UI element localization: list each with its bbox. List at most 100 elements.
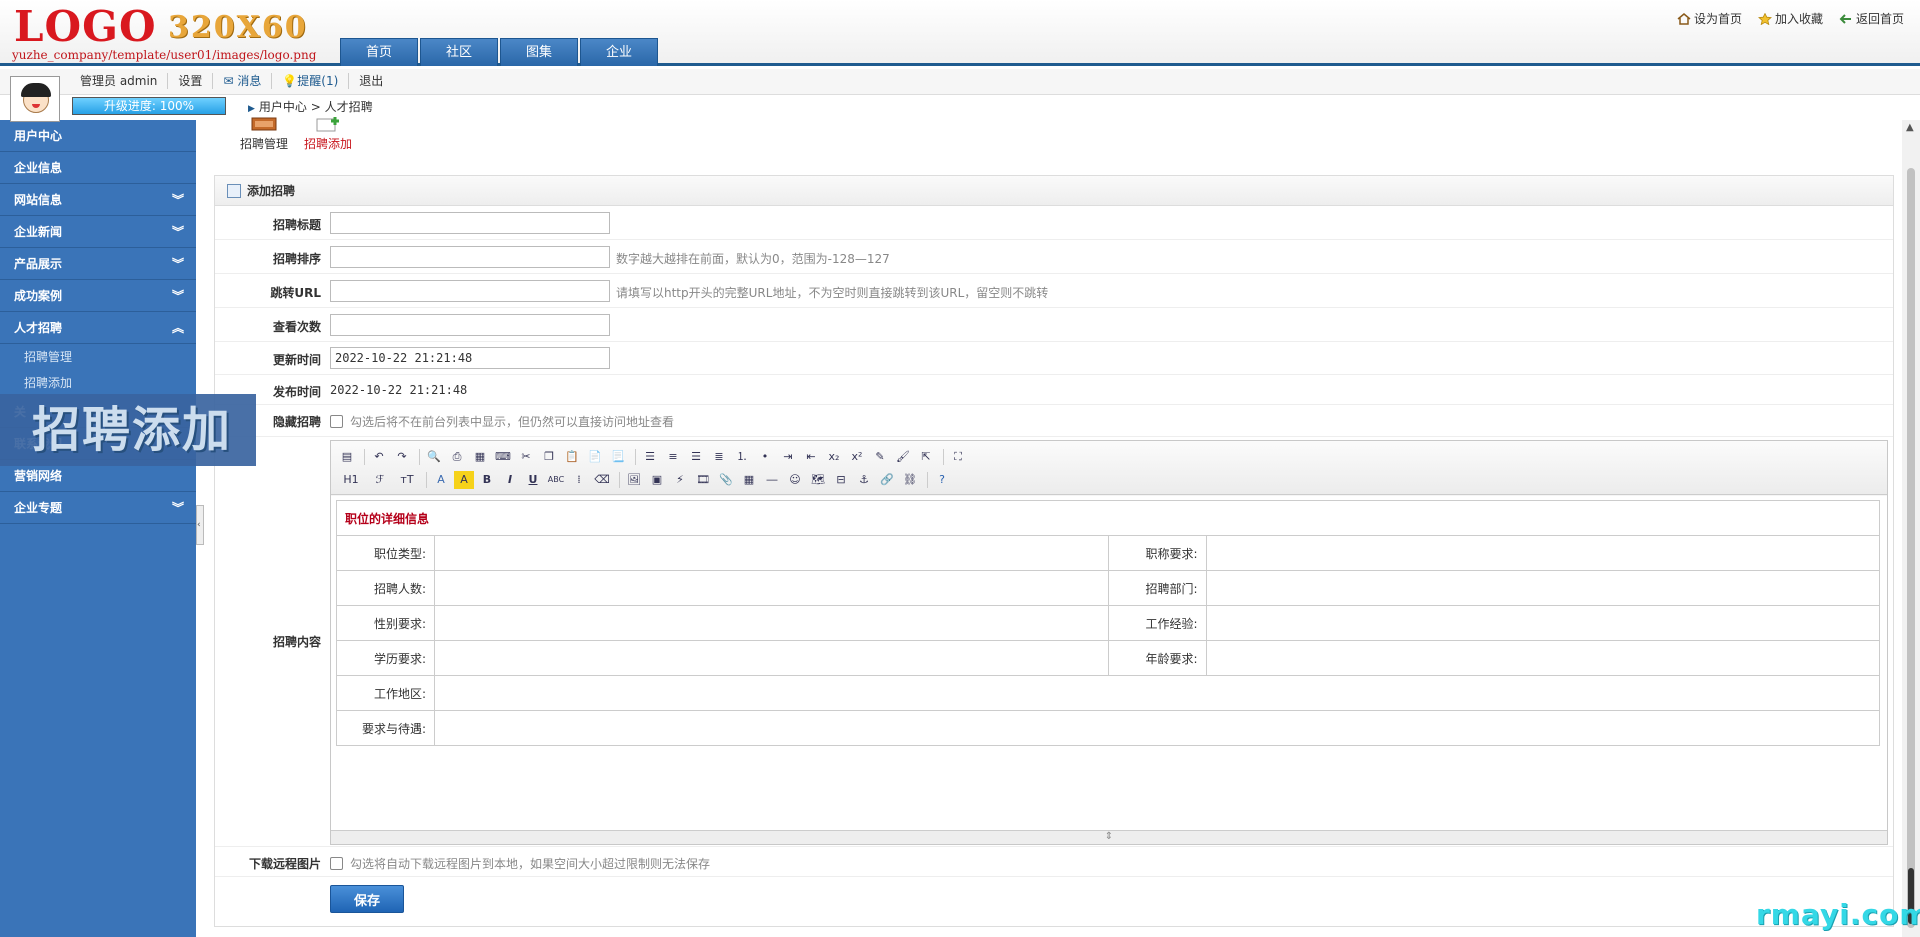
outdent-icon[interactable]: ⇤	[801, 448, 821, 466]
sidebar-item[interactable]: 企业专题 ︾	[0, 492, 196, 524]
back-home-link[interactable]: 返回首页	[1839, 10, 1904, 27]
map-icon[interactable]: 🗺	[808, 471, 828, 489]
select-all-icon[interactable]: ⇱	[916, 448, 936, 466]
table-icon[interactable]: ▦	[739, 471, 759, 489]
sidebar-item[interactable]: 网站信息 ︾	[0, 184, 196, 216]
sidebar-item[interactable]: 产品展示 ︾	[0, 248, 196, 280]
hr-icon[interactable]: ―	[762, 471, 782, 489]
flash-icon[interactable]: ⚡	[670, 471, 690, 489]
sidebar-sub-item[interactable]: 招聘添加	[0, 370, 196, 396]
cut-icon[interactable]: ✂	[516, 448, 536, 466]
recruit-manage-button[interactable]: 招聘管理	[240, 116, 288, 152]
sidebar-item[interactable]: 用户中心	[0, 120, 196, 152]
format-brush-icon[interactable]: 🖌	[893, 448, 913, 466]
headcount-cell[interactable]	[434, 570, 1109, 606]
anchor-icon[interactable]: ⚓	[854, 471, 874, 489]
order-input[interactable]	[330, 246, 610, 268]
nav-tab-community[interactable]: 社区	[420, 38, 498, 66]
sidebar-collapse-handle[interactable]: ‹	[196, 505, 204, 545]
title-input[interactable]	[330, 212, 610, 234]
paste-icon[interactable]: 📋	[562, 448, 582, 466]
print-icon[interactable]: ⎙	[447, 448, 467, 466]
media-icon[interactable]: 🎞	[693, 471, 713, 489]
education-cell[interactable]	[434, 640, 1109, 676]
italic-icon[interactable]: I	[500, 471, 520, 489]
editor-content-area[interactable]: 职位的详细信息 职位类型: 职称要求: 招聘人数: 招聘部门: 性别要求: 工作…	[331, 496, 1887, 830]
unordered-list-icon[interactable]: •	[755, 448, 775, 466]
emoticon-icon[interactable]: ☺	[785, 471, 805, 489]
sidebar-item[interactable]: 成功案例 ︾	[0, 280, 196, 312]
clear-format-icon[interactable]: ✎	[870, 448, 890, 466]
font-color-icon[interactable]: A	[431, 471, 451, 489]
education-label: 学历要求:	[336, 640, 435, 676]
set-homepage-link[interactable]: 设为首页	[1677, 10, 1742, 27]
messages-link[interactable]: ✉ 消息	[213, 73, 273, 89]
source-icon[interactable]: ▤	[337, 448, 357, 466]
nav-tab-company[interactable]: 企业	[580, 38, 658, 66]
preview-icon[interactable]: 🔍	[424, 448, 444, 466]
fullscreen-icon[interactable]: ⛶	[948, 448, 968, 466]
url-input[interactable]	[330, 280, 610, 302]
strikethrough-icon[interactable]: ABC	[546, 471, 566, 489]
logo[interactable]: LOGO 320X60 yuzhe_company/template/user0…	[8, 4, 330, 64]
editor-resize-handle[interactable]: ⇕	[331, 830, 1887, 844]
gender-cell[interactable]	[434, 605, 1109, 641]
unlink-icon[interactable]: ⛓	[900, 471, 920, 489]
remote-images-checkbox[interactable]	[330, 857, 343, 870]
title-req-cell[interactable]	[1205, 535, 1880, 571]
align-right-icon[interactable]: ☰	[686, 448, 706, 466]
avatar[interactable]	[10, 76, 60, 122]
paste-text-icon[interactable]: 📄	[585, 448, 605, 466]
hidden-checkbox[interactable]	[330, 415, 343, 428]
template-icon[interactable]: ▦	[470, 448, 490, 466]
font-size-icon[interactable]: тT	[395, 471, 419, 489]
add-favorite-link[interactable]: 加入收藏	[1758, 10, 1823, 27]
experience-cell[interactable]	[1205, 605, 1880, 641]
attachment-icon[interactable]: 📎	[716, 471, 736, 489]
paste-word-icon[interactable]: 📃	[608, 448, 628, 466]
scroll-up-icon[interactable]: ▲	[1906, 122, 1914, 133]
job-type-cell[interactable]	[434, 535, 1109, 571]
area-cell[interactable]	[434, 675, 1880, 711]
code-icon[interactable]: ⌨	[493, 448, 513, 466]
sidebar-item[interactable]: 企业信息	[0, 152, 196, 184]
heading-dropdown-icon[interactable]: H1	[337, 471, 365, 489]
age-cell[interactable]	[1205, 640, 1880, 676]
font-family-icon[interactable]: ℱ	[368, 471, 392, 489]
bold-icon[interactable]: B	[477, 471, 497, 489]
logout-link[interactable]: 退出	[349, 73, 393, 89]
update-time-input[interactable]	[330, 347, 610, 369]
multi-image-icon[interactable]: ▣	[647, 471, 667, 489]
page-break-icon[interactable]: ⊟	[831, 471, 851, 489]
reminders-link[interactable]: 💡提醒(1)	[272, 73, 350, 89]
redo-icon[interactable]: ↷	[392, 448, 412, 466]
nav-tab-home[interactable]: 首页	[340, 38, 418, 66]
highlight-color-icon[interactable]: A	[454, 470, 474, 489]
align-left-icon[interactable]: ☰	[640, 448, 660, 466]
sidebar-item[interactable]: 企业新闻 ︾	[0, 216, 196, 248]
sidebar-sub-item[interactable]: 招聘管理	[0, 344, 196, 370]
sidebar-item[interactable]: 人才招聘 ︽	[0, 312, 196, 344]
link-icon[interactable]: 🔗	[877, 471, 897, 489]
superscript-icon[interactable]: x²	[847, 448, 867, 466]
ordered-list-icon[interactable]: ⒈	[732, 448, 752, 466]
align-center-icon[interactable]: ≡	[663, 448, 683, 466]
undo-icon[interactable]: ↶	[369, 448, 389, 466]
vertical-scrollbar[interactable]: ▲	[1902, 120, 1920, 937]
line-height-icon[interactable]: ⁞	[569, 471, 589, 489]
views-input[interactable]	[330, 314, 610, 336]
copy-icon[interactable]: ❐	[539, 448, 559, 466]
help-icon[interactable]: ?	[932, 471, 952, 489]
save-button[interactable]: 保存	[330, 885, 404, 913]
settings-link[interactable]: 设置	[168, 73, 214, 89]
underline-icon[interactable]: U	[523, 471, 543, 489]
recruit-add-button[interactable]: 招聘添加	[304, 116, 352, 152]
align-justify-icon[interactable]: ≣	[709, 448, 729, 466]
dept-cell[interactable]	[1205, 570, 1880, 606]
eraser-icon[interactable]: ⌫	[592, 471, 612, 489]
salary-cell[interactable]	[434, 710, 1880, 746]
image-icon[interactable]: 🖼	[624, 471, 644, 489]
indent-icon[interactable]: ⇥	[778, 448, 798, 466]
subscript-icon[interactable]: x₂	[824, 448, 844, 466]
nav-tab-gallery[interactable]: 图集	[500, 38, 578, 66]
